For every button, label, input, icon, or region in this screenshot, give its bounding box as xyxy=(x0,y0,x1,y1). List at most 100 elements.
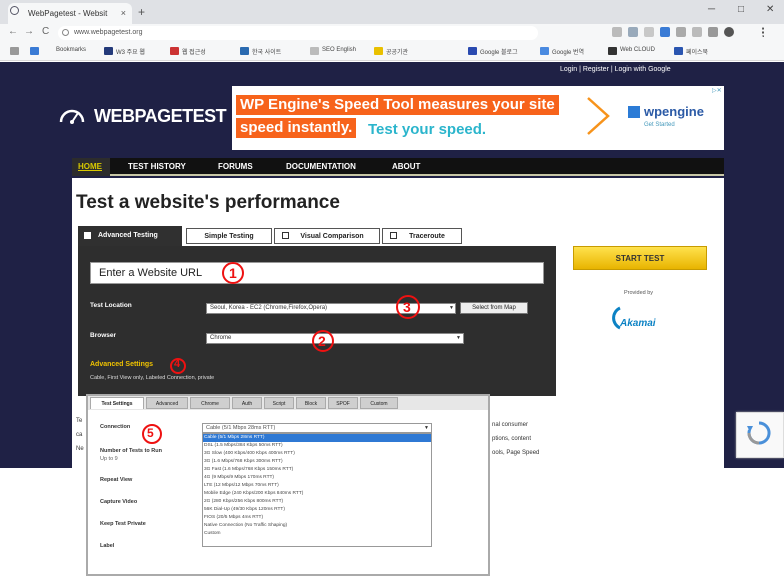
bookmark-item[interactable]: 웹 접근성 xyxy=(182,47,206,56)
extension-icon[interactable] xyxy=(660,27,670,37)
profile-icon[interactable] xyxy=(724,27,734,37)
bookmark-icon xyxy=(104,47,113,55)
tab-advanced[interactable]: Advanced xyxy=(146,397,188,409)
terminal-icon xyxy=(390,232,397,239)
nav-item-home[interactable]: HOME xyxy=(78,162,102,171)
label-field-label: Label xyxy=(100,543,115,549)
recaptcha-icon xyxy=(747,421,771,445)
body-text: ools, Page Speed xyxy=(492,450,540,456)
extension-icon[interactable] xyxy=(644,27,654,37)
connection-option[interactable]: 3G Slow (400 Kbps/400 Kbps 400ms RTT) xyxy=(204,451,295,456)
nav-item-documentation[interactable]: DOCUMENTATION xyxy=(286,162,356,171)
ad-headline: WP Engine's Speed Tool measures your sit… xyxy=(236,95,559,115)
capture-video-label: Capture Video xyxy=(100,499,138,505)
bookmark-item[interactable]: Google 번역 xyxy=(552,47,584,56)
browser-value: Chrome xyxy=(210,335,232,341)
connection-option[interactable]: DSL (1.5 Mbps/384 Kbps 50ms RTT) xyxy=(204,443,283,448)
extension-icon[interactable] xyxy=(676,27,686,37)
minimize-icon[interactable]: ─ xyxy=(708,4,715,15)
annotation-number: 5 xyxy=(147,426,154,440)
browser-tab[interactable]: WebPagetest - Websit × xyxy=(8,3,132,24)
apps-icon[interactable] xyxy=(10,47,19,55)
connection-option[interactable]: Mobile Edge (240 Kbps/200 Kbps 840ms RTT… xyxy=(204,491,303,496)
runs-hint: Up to 9 xyxy=(100,456,118,462)
connection-option[interactable]: 2G (280 Kbps/256 Kbps 800ms RTT) xyxy=(204,499,283,504)
url-input[interactable]: Enter a Website URL xyxy=(90,262,544,284)
bookmark-item[interactable]: 공공기관 xyxy=(386,47,408,56)
repeat-view-label: Repeat View xyxy=(100,477,133,483)
tab-test-settings[interactable]: Test Settings xyxy=(90,397,144,409)
new-tab-icon[interactable]: + xyxy=(138,5,145,19)
connection-label: Connection xyxy=(100,424,131,430)
tab-label: Traceroute xyxy=(409,233,445,240)
bookmark-icon xyxy=(310,47,319,55)
bookmark-item[interactable]: SEO English xyxy=(322,47,356,53)
menu-icon[interactable] xyxy=(762,27,772,37)
facebook-icon xyxy=(674,47,683,55)
select-from-map-button[interactable]: Select from Map xyxy=(460,302,528,314)
bookmark-icon xyxy=(170,47,179,55)
bookmark-item[interactable]: Web CLOUD xyxy=(620,47,655,53)
bookmark-item[interactable]: 한국 사이트 xyxy=(252,47,281,56)
tab-script[interactable]: Script xyxy=(264,397,294,409)
ad-cta-text[interactable]: Test your speed. xyxy=(368,121,486,138)
address-bar[interactable]: www.webpagetest.org xyxy=(58,26,538,40)
sponsor-logo[interactable]: Akamai xyxy=(620,318,656,329)
extension-icon[interactable] xyxy=(692,27,702,37)
chevron-down-icon: ▼ xyxy=(456,335,461,341)
bookmark-item[interactable]: Google 블로그 xyxy=(480,47,518,56)
connection-option[interactable]: LTE (12 Mbps/12 Mbps 70ms RTT) xyxy=(204,483,279,488)
extension-icon[interactable] xyxy=(628,27,638,37)
connection-option[interactable]: 3G (1.6 Mbps/768 Kbps 300ms RTT) xyxy=(204,459,283,464)
bookmark-item[interactable]: 페이스북 xyxy=(686,47,708,56)
connection-option[interactable]: 56K Dial-Up (49/30 Kbps 120ms RTT) xyxy=(204,507,285,512)
runs-label: Number of Tests to Run xyxy=(100,448,162,454)
advanced-settings-toggle[interactable]: Advanced Settings xyxy=(90,361,153,368)
chevron-down-icon: ▼ xyxy=(424,425,429,431)
browser-select[interactable]: Chrome xyxy=(206,333,464,344)
start-test-button[interactable]: START TEST xyxy=(573,246,707,270)
connection-option[interactable]: FIOS (20/5 Mbps 4ms RTT) xyxy=(204,515,263,520)
connection-option[interactable]: 4G (9 Mbps/9 Mbps 170ms RTT) xyxy=(204,475,274,480)
tab-auth[interactable]: Auth xyxy=(232,397,262,409)
tab-close-icon[interactable]: × xyxy=(121,8,126,18)
folder-icon xyxy=(374,47,383,55)
close-window-icon[interactable]: ✕ xyxy=(766,4,774,15)
bookmark-icon xyxy=(468,47,477,55)
connection-option[interactable]: Custom xyxy=(204,531,221,536)
cloud-icon xyxy=(608,47,617,55)
extension-icon[interactable] xyxy=(708,27,718,37)
nav-item-about[interactable]: ABOUT xyxy=(392,162,420,171)
annotation-number: 2 xyxy=(318,333,326,349)
bookmark-star-icon[interactable] xyxy=(30,47,39,55)
site-info-icon[interactable] xyxy=(62,29,69,36)
connection-select[interactable]: Cable (5/1 Mbps 28ms RTT) xyxy=(202,423,432,433)
bookmark-icon xyxy=(240,47,249,55)
compare-icon xyxy=(282,232,289,239)
tab-chrome[interactable]: Chrome xyxy=(190,397,230,409)
forward-icon[interactable]: → xyxy=(24,26,34,37)
bookmark-item[interactable]: Bookmarks xyxy=(56,47,86,53)
address-url: www.webpagetest.org xyxy=(74,29,143,36)
connection-option[interactable]: Cable (5/1 Mbps 28ms RTT) xyxy=(204,435,264,440)
back-icon[interactable]: ← xyxy=(8,26,18,37)
site-logo[interactable]: WEBPAGETEST xyxy=(94,106,227,127)
tab-custom[interactable]: Custom xyxy=(360,397,398,409)
tab-block[interactable]: Block xyxy=(296,397,326,409)
tab-visual-comparison[interactable]: Visual Comparison xyxy=(274,228,380,244)
nav-item-forums[interactable]: FORUMS xyxy=(218,162,253,171)
tab-advanced-testing[interactable]: Advanced Testing xyxy=(78,226,182,247)
ad-brand-sub: Get Started xyxy=(644,122,675,128)
ad-close-icon[interactable]: ▷✕ xyxy=(712,87,722,94)
maximize-icon[interactable]: □ xyxy=(738,4,744,15)
nav-item-test-history[interactable]: TEST HISTORY xyxy=(128,162,186,171)
account-links[interactable]: Login | Register | Login with Google xyxy=(560,66,671,73)
reload-icon[interactable]: C xyxy=(42,26,49,37)
tab-spof[interactable]: SPOF xyxy=(328,397,358,409)
bookmark-item[interactable]: W3 주요 웹 xyxy=(116,47,145,56)
body-text: ptions, content xyxy=(492,436,532,442)
extension-icon[interactable] xyxy=(612,27,622,37)
connection-option[interactable]: Native Connection (No Traffic Shaping) xyxy=(204,523,287,528)
connection-option[interactable]: 3G Fast (1.6 Mbps/768 Kbps 150ms RTT) xyxy=(204,467,293,472)
tab-simple-testing[interactable]: Simple Testing xyxy=(186,228,272,244)
